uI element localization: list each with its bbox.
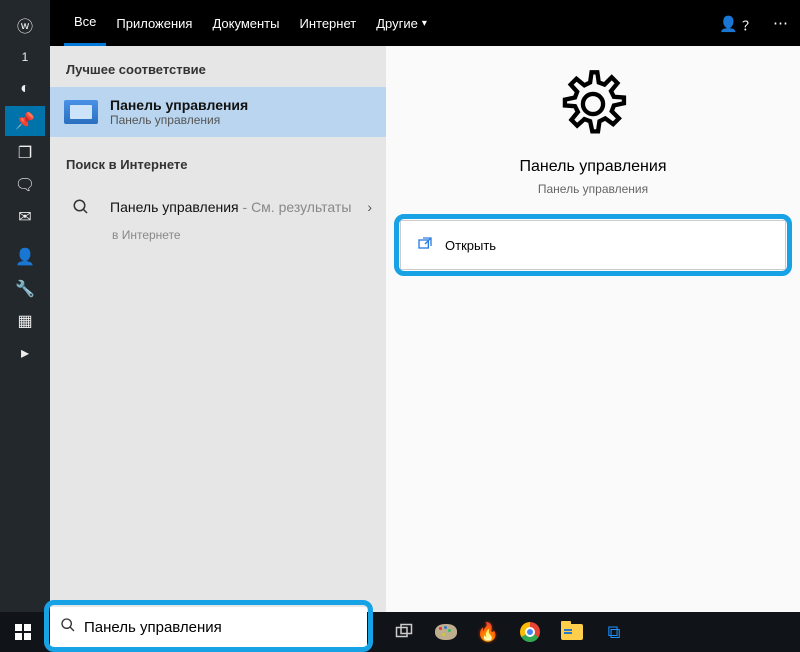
task-view-icon[interactable] <box>392 620 416 644</box>
result-web-search[interactable]: Панель управления - См. результаты › <box>50 180 386 234</box>
tab-web[interactable]: Интернет <box>289 0 366 46</box>
start-button[interactable] <box>0 612 46 652</box>
comments-icon[interactable]: 🗨 <box>5 170 45 200</box>
pin-icon[interactable]: 📌 <box>5 106 45 136</box>
tab-all[interactable]: Все <box>64 0 106 46</box>
result-control-panel[interactable]: Панель управления Панель управления <box>50 87 386 137</box>
search-box-wrapper <box>44 600 373 652</box>
open-action[interactable]: Открыть <box>400 220 786 270</box>
flame-app-icon[interactable]: 🔥 <box>476 620 500 644</box>
chevron-right-icon: › <box>367 199 372 215</box>
tools-icon[interactable]: 🔧 <box>5 274 45 304</box>
blocks-icon[interactable]: ▦ <box>5 306 45 336</box>
tab-more[interactable]: Другие ▾ <box>366 0 437 46</box>
background-app-sidebar: ⓦ 1 ◐ 📌 ❐ 🗨 ✉ 👤 🔧 ▦ ▸ <box>0 0 50 615</box>
result-title: Панель управления <box>110 97 248 113</box>
feedback-icon[interactable]: 👤﹖ <box>719 13 753 34</box>
search-preview-column: Панель управления Панель управления Откр… <box>386 46 800 617</box>
preview-title: Панель управления <box>520 158 667 176</box>
start-search-panel: Все Приложения Документы Интернет Другие… <box>50 0 800 617</box>
windows-logo-icon <box>15 624 31 640</box>
dropbox-app-icon[interactable]: ⧉ <box>602 620 626 644</box>
best-match-header: Лучшее соответствие <box>50 46 386 87</box>
control-panel-icon <box>64 95 98 129</box>
gear-icon <box>557 68 629 140</box>
play-icon[interactable]: ▸ <box>5 338 45 368</box>
mail-icon[interactable]: ✉ <box>5 202 45 232</box>
web-result-subline: в Интернете <box>112 228 386 250</box>
taskbar-search-box[interactable] <box>50 607 367 647</box>
search-filter-tabs: Все Приложения Документы Интернет Другие… <box>50 0 800 46</box>
result-subtitle: Панель управления <box>110 113 248 127</box>
web-search-header: Поиск в Интернете <box>50 137 386 180</box>
dashboard-icon[interactable]: ◐ <box>5 74 45 104</box>
preview-subtitle: Панель управления <box>538 182 648 196</box>
more-options-icon[interactable]: ⋯ <box>773 14 788 32</box>
users-icon[interactable]: 👤 <box>5 242 45 272</box>
wordpress-icon[interactable]: ⓦ <box>5 10 45 40</box>
tab-documents[interactable]: Документы <box>202 0 289 46</box>
web-result-title: Панель управления - См. результаты <box>110 199 351 215</box>
file-explorer-icon[interactable] <box>560 620 584 644</box>
search-results-column: Лучшее соответствие Панель управления Па… <box>50 46 386 617</box>
media-icon[interactable]: ❐ <box>5 138 45 168</box>
tab-more-label: Другие <box>376 16 418 31</box>
chevron-down-icon: ▾ <box>422 18 427 29</box>
paint-app-icon[interactable] <box>434 620 458 644</box>
search-input[interactable] <box>84 619 357 636</box>
site-label[interactable]: 1 <box>5 42 45 72</box>
search-icon <box>60 617 76 637</box>
tab-apps[interactable]: Приложения <box>106 0 202 46</box>
open-icon <box>417 236 433 255</box>
chrome-app-icon[interactable] <box>518 620 542 644</box>
search-icon <box>64 190 98 224</box>
open-action-label: Открыть <box>445 238 496 253</box>
